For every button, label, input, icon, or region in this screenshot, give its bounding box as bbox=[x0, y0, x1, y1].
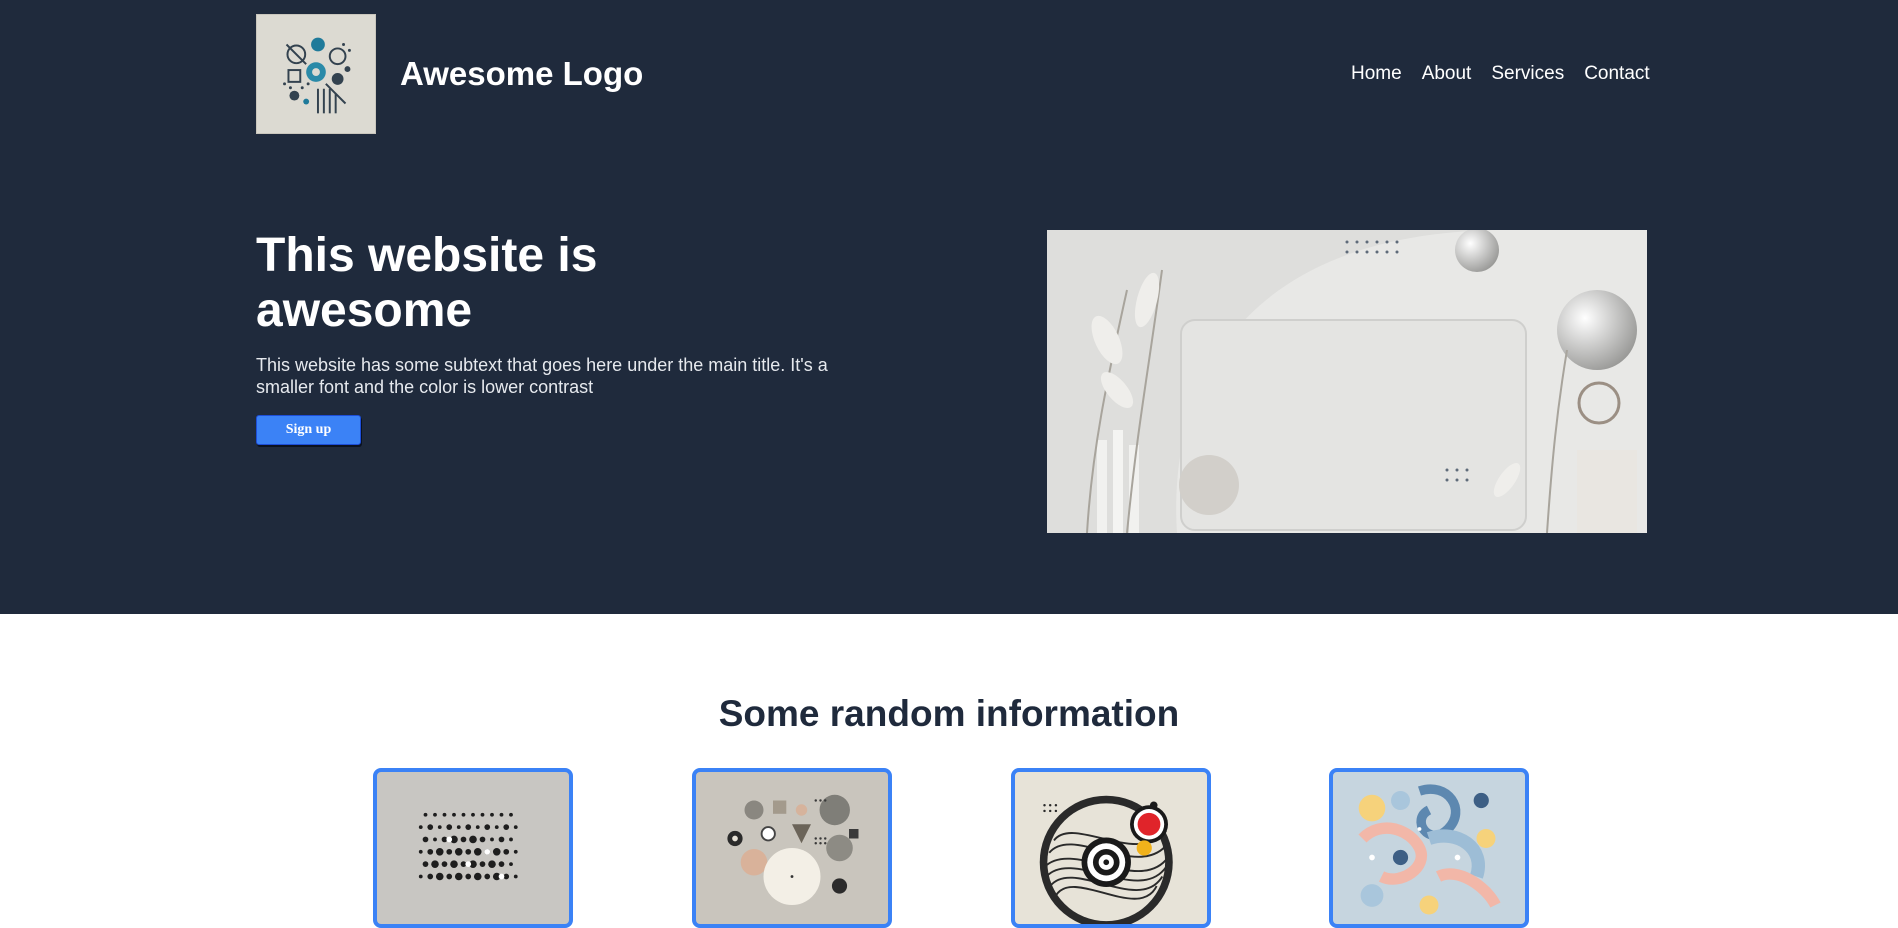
hero-section: Awesome Logo Home About Services Contact… bbox=[0, 0, 1898, 614]
nav-services[interactable]: Services bbox=[1491, 62, 1564, 86]
dot-grid-art bbox=[418, 812, 518, 881]
hero-title: This website is awesome bbox=[256, 229, 598, 337]
info-card[interactable] bbox=[692, 768, 892, 928]
pastel-swirls-art bbox=[1358, 784, 1501, 915]
info-card[interactable] bbox=[373, 768, 573, 928]
hero-subtext: This website has some subtext that goes … bbox=[256, 355, 828, 397]
info-card[interactable] bbox=[1011, 768, 1211, 928]
abstract-white-still-life-image bbox=[1047, 230, 1647, 533]
geometric-logo-icon bbox=[257, 15, 375, 133]
brand-name[interactable]: Awesome Logo bbox=[400, 54, 643, 94]
info-card[interactable] bbox=[1329, 768, 1529, 928]
geometric-shapes-art bbox=[727, 794, 859, 905]
section-title: Some random information bbox=[718, 693, 1180, 734]
hero-image bbox=[1047, 230, 1647, 533]
main-nav: Home About Services Contact bbox=[1351, 62, 1650, 86]
signup-button[interactable]: Sign up bbox=[256, 415, 361, 445]
nav-about[interactable]: About bbox=[1422, 62, 1472, 86]
nav-home[interactable]: Home bbox=[1351, 62, 1402, 86]
concentric-circles-art bbox=[1039, 795, 1173, 924]
logo-image[interactable] bbox=[256, 14, 376, 134]
nav-contact[interactable]: Contact bbox=[1584, 62, 1649, 86]
